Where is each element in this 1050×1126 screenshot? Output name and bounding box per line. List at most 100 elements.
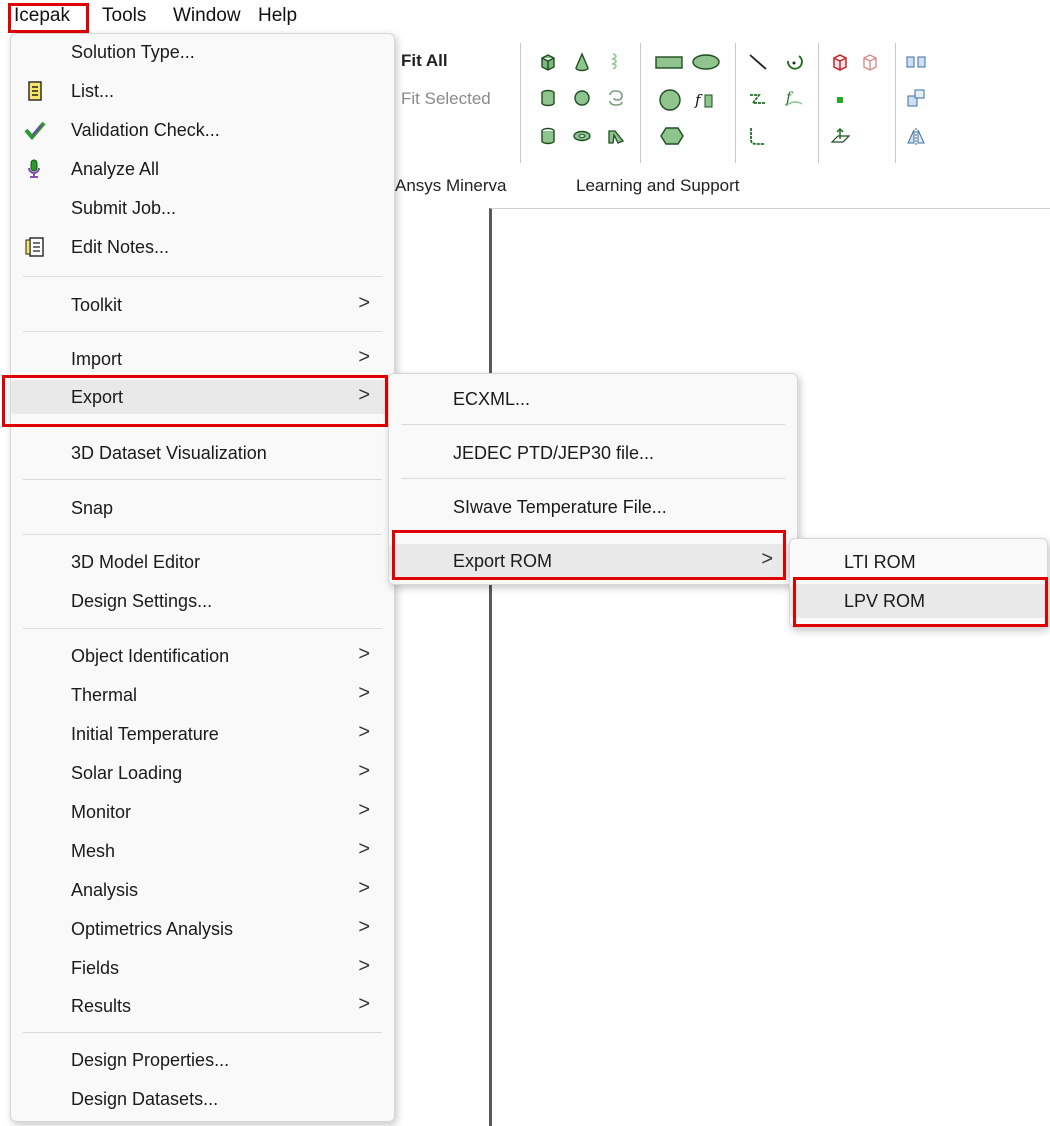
fit-all-button[interactable]: Fit All [401, 51, 448, 71]
menu-item-jedec-ptd-jep30[interactable]: JEDEC PTD/JEP30 file... [389, 436, 797, 470]
left-panel-edge [0, 33, 10, 1125]
menu-item-validation-check[interactable]: Validation Check... [11, 113, 394, 147]
region-icon[interactable] [829, 51, 851, 73]
chevron-right-icon: > [358, 643, 370, 665]
menu-item-toolkit[interactable]: Toolkit > [11, 288, 394, 322]
plane-icon[interactable] [829, 125, 851, 147]
menu-item-siwave-temperature-file[interactable]: SIwave Temperature File... [389, 490, 797, 524]
menu-window[interactable]: Window [173, 4, 241, 28]
line-icon[interactable] [747, 51, 769, 73]
chevron-right-icon: > [358, 721, 370, 743]
cone-icon[interactable] [571, 51, 593, 73]
menu-separator [23, 424, 382, 425]
icepak-menu: Solution Type... List... Validation Chec… [10, 33, 395, 1122]
menu-item-solution-type[interactable]: Solution Type... [11, 35, 394, 69]
menu-item-design-settings[interactable]: Design Settings... [11, 584, 394, 618]
menu-item-monitor[interactable]: Monitor > [11, 795, 394, 829]
menu-item-submit-job[interactable]: Submit Job... [11, 191, 394, 225]
chevron-right-icon: > [358, 682, 370, 704]
chevron-right-icon: > [358, 292, 370, 314]
list-icon [28, 81, 42, 101]
hollow-cylinder-icon[interactable] [537, 125, 559, 147]
toolbar-separator [640, 43, 641, 163]
sphere-icon[interactable] [571, 87, 593, 109]
equation-curve-icon[interactable]: f [783, 87, 805, 109]
box-icon[interactable] [537, 51, 559, 73]
menu-separator [23, 1032, 382, 1033]
menu-item-3d-dataset-visualization[interactable]: 3D Dataset Visualization [11, 436, 394, 470]
mirror-icon[interactable] [905, 125, 927, 147]
svg-text:f: f [694, 91, 703, 109]
menu-item-import[interactable]: Import > [11, 342, 394, 376]
tab-learning-and-support[interactable]: Learning and Support [576, 176, 740, 196]
menu-item-mesh[interactable]: Mesh > [11, 834, 394, 868]
chevron-right-icon: > [358, 384, 370, 406]
menu-item-export-rom[interactable]: Export ROM > [389, 544, 797, 578]
export-submenu: ECXML... JEDEC PTD/JEP30 file... SIwave … [388, 373, 798, 585]
ribbon-tabs: Ansys Minerva Learning and Support [385, 166, 1050, 206]
move-icon[interactable] [905, 87, 927, 109]
menu-item-results[interactable]: Results > [11, 989, 394, 1023]
equation-surface-icon[interactable]: f [693, 89, 715, 111]
subregion-icon[interactable] [859, 51, 881, 73]
chevron-right-icon: > [358, 760, 370, 782]
menu-item-optimetrics-analysis[interactable]: Optimetrics Analysis > [11, 912, 394, 946]
spiral-icon[interactable] [605, 87, 627, 109]
menu-item-design-properties[interactable]: Design Properties... [11, 1043, 394, 1077]
connect-icon[interactable] [905, 51, 927, 73]
chevron-right-icon: > [761, 548, 773, 570]
cylinder-icon[interactable] [537, 87, 559, 109]
toolbar: Fit All Fit Selected f f [385, 33, 1050, 166]
menu-bar: Icepak Tools Window Help [0, 0, 1050, 33]
chevron-right-icon: > [358, 838, 370, 860]
menu-separator [401, 532, 785, 533]
menu-item-analysis[interactable]: Analysis > [11, 873, 394, 907]
polyline-icon[interactable] [747, 125, 769, 147]
rectangle-icon[interactable] [653, 51, 685, 73]
menu-item-design-datasets[interactable]: Design Datasets... [11, 1082, 394, 1116]
ellipse-icon[interactable] [690, 51, 722, 73]
menu-item-ecxml[interactable]: ECXML... [389, 382, 797, 416]
bondwire-icon[interactable] [605, 125, 627, 147]
polygon-icon[interactable] [659, 125, 685, 147]
chevron-right-icon: > [358, 916, 370, 938]
menu-item-lti-rom[interactable]: LTI ROM [790, 545, 1047, 579]
menu-tools[interactable]: Tools [102, 4, 146, 28]
spline-icon[interactable] [747, 87, 769, 109]
point-icon[interactable] [829, 89, 851, 111]
menu-item-fields[interactable]: Fields > [11, 951, 394, 985]
menu-separator [23, 331, 382, 332]
menu-item-3d-model-editor[interactable]: 3D Model Editor [11, 545, 394, 579]
menu-item-edit-notes[interactable]: Edit Notes... [11, 230, 394, 264]
chevron-right-icon: > [358, 877, 370, 899]
menu-separator [23, 479, 382, 480]
chevron-right-icon: > [358, 799, 370, 821]
menu-item-export[interactable]: Export > [11, 380, 394, 414]
menu-item-object-identification[interactable]: Object Identification > [11, 639, 394, 673]
menu-item-solar-loading[interactable]: Solar Loading > [11, 756, 394, 790]
tab-ansys-minerva[interactable]: Ansys Minerva [395, 176, 506, 196]
menu-item-analyze-all[interactable]: Analyze All [11, 152, 394, 186]
torus-icon[interactable] [571, 125, 593, 147]
menu-separator [23, 628, 382, 629]
menu-separator [23, 276, 382, 277]
menu-help[interactable]: Help [258, 4, 297, 28]
menu-separator [23, 534, 382, 535]
chevron-right-icon: > [358, 993, 370, 1015]
menu-item-lpv-rom[interactable]: LPV ROM [790, 584, 1047, 618]
model-viewport[interactable] [489, 208, 1050, 1126]
arc-icon[interactable] [783, 51, 805, 73]
toolbar-separator [520, 43, 521, 163]
menu-item-list[interactable]: List... [11, 74, 394, 108]
menu-item-initial-temperature[interactable]: Initial Temperature > [11, 717, 394, 751]
fit-selected-button[interactable]: Fit Selected [401, 89, 491, 109]
menu-icepak[interactable]: Icepak [14, 4, 70, 28]
menu-item-snap[interactable]: Snap [11, 491, 394, 525]
export-rom-submenu: LTI ROM LPV ROM [789, 538, 1048, 628]
helix-icon[interactable] [605, 51, 627, 73]
chevron-right-icon: > [358, 955, 370, 977]
chevron-right-icon: > [358, 346, 370, 368]
circle-icon[interactable] [657, 87, 683, 113]
menu-item-thermal[interactable]: Thermal > [11, 678, 394, 712]
validation-check-icon [24, 121, 46, 141]
